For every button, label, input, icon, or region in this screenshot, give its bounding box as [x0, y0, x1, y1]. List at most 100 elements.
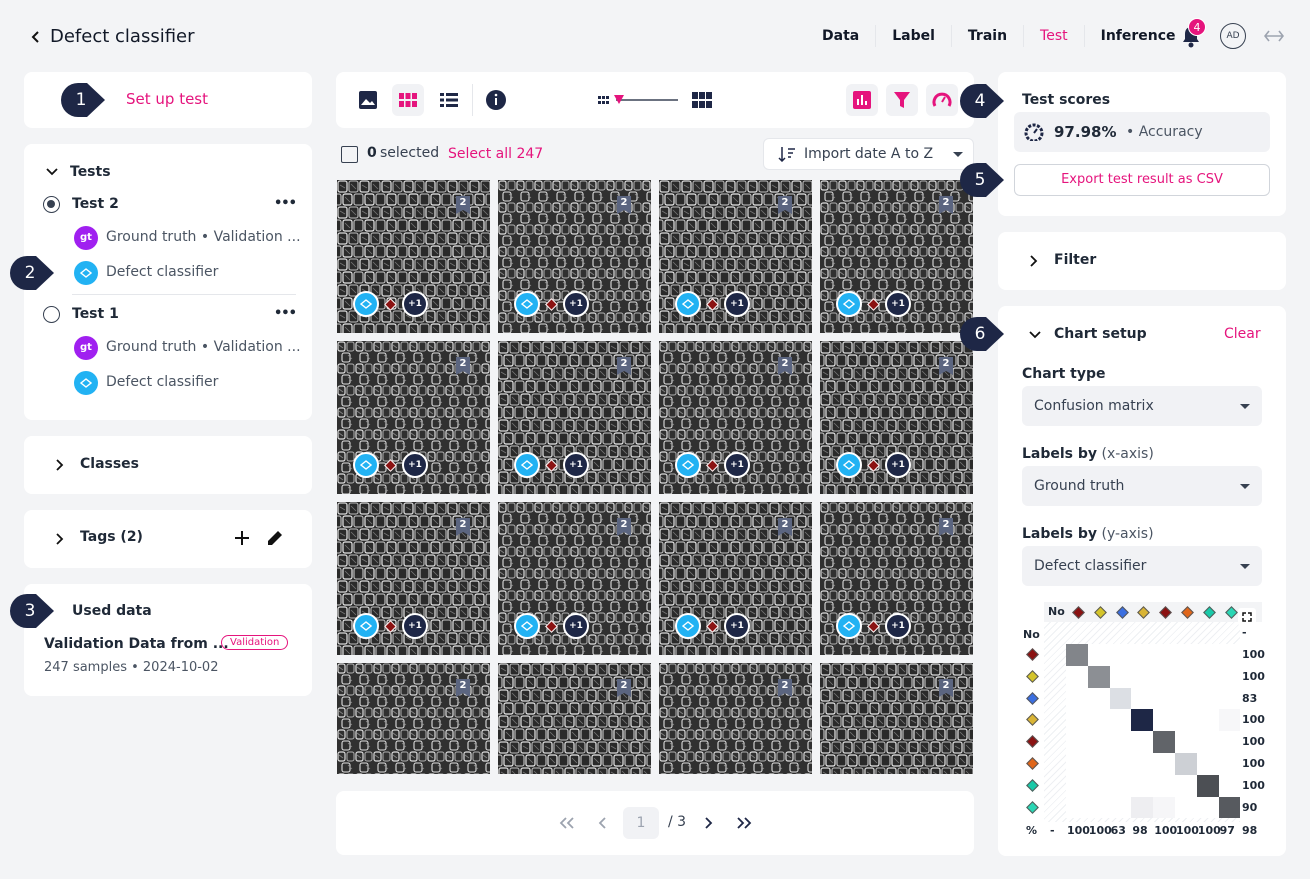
more-labels-badge: +1 [402, 291, 428, 317]
test-radio[interactable] [43, 306, 60, 323]
filter-card[interactable]: Filter [998, 232, 1286, 290]
dataset-name[interactable]: Validation Data from ... [44, 636, 229, 652]
image-tile[interactable]: 2 [820, 663, 973, 774]
notifications-button[interactable]: 4 [1180, 18, 1206, 50]
nav-test[interactable]: Test [1023, 25, 1084, 47]
expand-horizontal-icon[interactable] [1264, 30, 1284, 42]
tests-toggle[interactable]: Tests [46, 164, 111, 180]
select-all-link[interactable]: Select all 247 [448, 146, 543, 162]
matrix-cell[interactable] [1196, 774, 1219, 797]
image-tile[interactable]: 2 +1 [498, 180, 651, 333]
image-tile[interactable]: 2 [659, 663, 812, 774]
prev-page-icon[interactable] [598, 817, 608, 829]
matrix-cell[interactable] [1218, 709, 1241, 732]
select-checkbox[interactable] [341, 146, 358, 163]
x-axis-select[interactable]: Ground truth [1022, 466, 1262, 506]
setup-test-link[interactable]: Set up test [126, 90, 208, 108]
score-button[interactable] [926, 84, 958, 116]
chart-setup-title: Chart setup [1054, 326, 1147, 342]
export-csv-button[interactable]: Export test result as CSV [1014, 164, 1270, 196]
matrix-cell[interactable] [1066, 644, 1088, 666]
x-axis-label-main: Labels by [1022, 446, 1098, 462]
chevron-down-icon[interactable] [1029, 331, 1041, 339]
x-axis-value: Ground truth [1034, 478, 1125, 494]
column-percent: 100 [1067, 824, 1090, 837]
info-icon[interactable] [486, 90, 506, 110]
ground-truth-avatar: gt [74, 336, 98, 360]
more-labels-badge: +1 [885, 452, 911, 478]
more-labels-badge: +1 [402, 452, 428, 478]
pencil-icon[interactable] [266, 529, 284, 547]
nav-data[interactable]: Data [806, 25, 875, 47]
clear-link[interactable]: Clear [1224, 326, 1261, 342]
more-options-icon[interactable]: ••• [274, 196, 297, 211]
chart-type-select[interactable]: Confusion matrix [1022, 386, 1262, 426]
x-axis-label: Labels by (x-axis) [1022, 446, 1154, 462]
zoom-slider-thumb[interactable] [614, 95, 624, 104]
model-prediction-icon [353, 291, 379, 317]
class-diamond-icon [545, 297, 558, 311]
more-options-icon[interactable]: ••• [274, 306, 297, 321]
next-page-icon[interactable] [703, 817, 713, 829]
model-prediction-icon [514, 613, 540, 639]
image-tile[interactable]: 2 +1 [498, 341, 651, 494]
large-grid-icon [692, 92, 712, 108]
test-radio-selected[interactable] [43, 196, 60, 213]
step-marker: 3 [10, 594, 54, 628]
filter-button[interactable] [886, 84, 918, 116]
image-tile[interactable]: 2 +1 [659, 180, 812, 333]
y-axis-label-sub: (y-axis) [1101, 526, 1154, 542]
image-tile[interactable]: 2 +1 [820, 502, 973, 655]
column-percent: 97 [1219, 824, 1235, 837]
back-button[interactable]: Defect classifier [30, 26, 195, 47]
image-tile[interactable]: 2 [498, 663, 651, 774]
image-tile[interactable]: 2 +1 [337, 502, 490, 655]
list-view-icon[interactable] [440, 93, 458, 107]
nav-label[interactable]: Label [875, 25, 951, 47]
zoom-slider[interactable] [614, 95, 678, 104]
matrix-cell[interactable] [1153, 731, 1175, 753]
chart-button[interactable] [846, 84, 878, 116]
nav-inference[interactable]: Inference [1083, 25, 1192, 47]
page-input[interactable]: 1 [623, 807, 659, 839]
matrix-cell[interactable] [1175, 753, 1197, 775]
image-tile[interactable]: 2 +1 [337, 180, 490, 333]
image-tile[interactable]: 2 +1 [498, 502, 651, 655]
plus-icon[interactable] [234, 530, 250, 546]
avatar[interactable]: AD [1220, 23, 1246, 49]
image-view-icon[interactable] [358, 90, 378, 110]
matrix-cell[interactable] [1131, 796, 1154, 819]
class-diamond-icon [867, 619, 880, 633]
matrix-cell[interactable] [1153, 796, 1175, 819]
image-tile[interactable]: 2 +1 [820, 341, 973, 494]
accuracy-value: 97.98% [1054, 123, 1117, 141]
tags-card[interactable]: Tags (2) [24, 510, 312, 568]
step-marker: 6 [960, 317, 1004, 351]
y-axis-select[interactable]: Defect classifier [1022, 546, 1262, 586]
row-percent: 100 [1242, 669, 1265, 683]
nav-train[interactable]: Train [950, 25, 1023, 47]
matrix-cell[interactable] [1109, 687, 1132, 710]
classes-card[interactable]: Classes [24, 436, 312, 494]
matrix-cell[interactable] [1218, 796, 1241, 819]
row-percent: 100 [1242, 735, 1265, 749]
grid-view-button[interactable] [392, 84, 424, 116]
row-percent: 100 [1242, 778, 1265, 792]
y-axis-label-main: Labels by [1022, 526, 1098, 542]
matrix-cell[interactable] [1131, 709, 1154, 732]
image-tile[interactable]: 2 +1 [820, 180, 973, 333]
sort-dropdown[interactable]: Import date A to Z [763, 138, 974, 170]
first-page-icon[interactable] [559, 817, 575, 829]
model-prediction-icon [353, 452, 379, 478]
chart-type-label: Chart type [1022, 366, 1106, 382]
last-page-icon[interactable] [736, 817, 752, 829]
matrix-cell[interactable] [1087, 665, 1110, 688]
chevron-right-icon [56, 533, 64, 545]
image-tile[interactable]: 2 [337, 663, 490, 774]
fullscreen-icon[interactable] [1238, 608, 1256, 626]
tile-labels: +1 [675, 452, 750, 478]
image-tile[interactable]: 2 +1 [659, 502, 812, 655]
gauge-icon [932, 92, 952, 107]
image-tile[interactable]: 2 +1 [659, 341, 812, 494]
image-tile[interactable]: 2 +1 [337, 341, 490, 494]
